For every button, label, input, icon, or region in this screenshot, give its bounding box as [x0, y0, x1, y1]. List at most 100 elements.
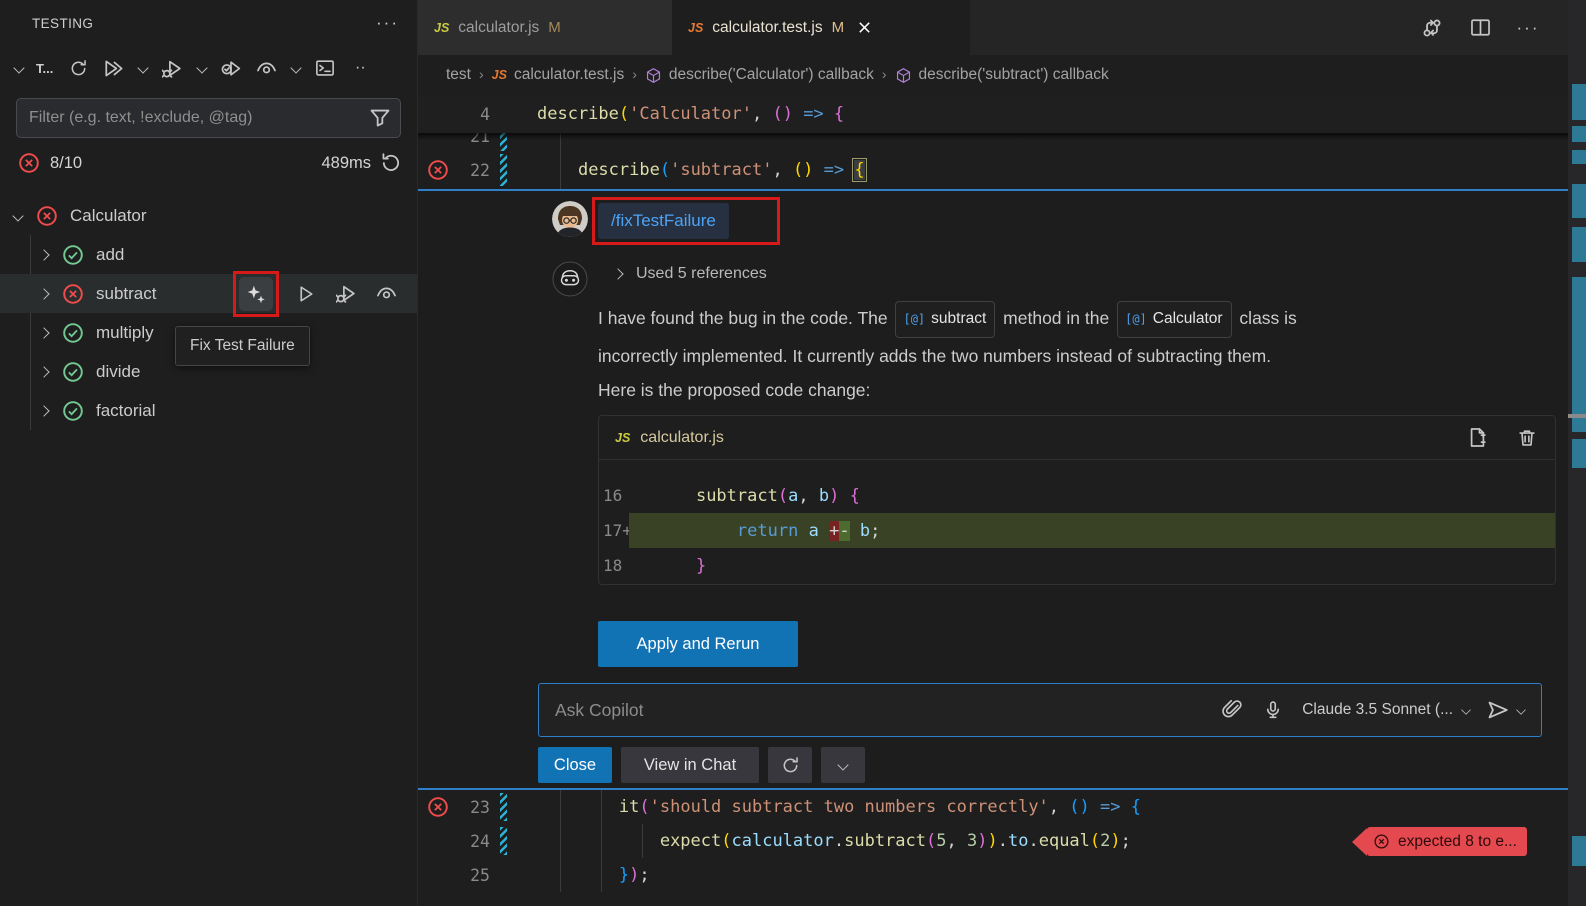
send-button[interactable] [1487, 699, 1525, 721]
apply-in-editor-button[interactable] [1465, 426, 1489, 450]
test-label: factorial [96, 401, 156, 421]
toolbar-more-button[interactable]: ·· [348, 56, 372, 80]
line-number: 16 [599, 486, 629, 505]
code-line-24-row[interactable]: 24 expect(calculator.subtract(5, 3)).to.… [418, 824, 1568, 858]
line-number: 4 [458, 105, 490, 124]
run-test-button[interactable] [293, 281, 319, 307]
open-test-terminal-button[interactable] [313, 56, 337, 80]
modified-gutter-indicator [500, 827, 507, 855]
run-coverage-icon [221, 58, 242, 79]
tab-calculator-test-js[interactable]: JS calculator.test.js M [672, 0, 970, 55]
sidebar-more-button[interactable]: ··· [376, 13, 399, 33]
more-actions-dropdown[interactable] [821, 747, 865, 783]
overview-ruler[interactable] [1568, 0, 1586, 906]
test-item-factorial[interactable]: factorial [0, 391, 417, 430]
code-line-22: describe('subtract', () => { [512, 160, 865, 180]
symbol-method-icon: [@] [1125, 302, 1147, 336]
breadcrumb-file[interactable]: JS calculator.test.js [492, 66, 625, 84]
apply-and-rerun-button[interactable]: Apply and Rerun [598, 621, 798, 667]
ask-copilot-input[interactable] [539, 700, 1220, 721]
model-picker[interactable]: Claude 3.5 Sonnet (... [1302, 701, 1470, 719]
annotation-box-fix-test-failure [233, 271, 279, 317]
discard-codeblock-button[interactable] [1515, 426, 1539, 450]
used-references-toggle[interactable]: Used 5 references [614, 265, 767, 283]
error-pill-arrow [1352, 828, 1367, 856]
split-editor-button[interactable] [1468, 16, 1492, 40]
trash-icon [1517, 428, 1537, 448]
test-label: Calculator [70, 206, 147, 226]
view-in-chat-button[interactable]: View in Chat [621, 747, 759, 783]
test-run-duration: 489ms [321, 154, 371, 173]
fix-test-failure-button[interactable] [239, 277, 273, 311]
section-collapse-button[interactable] [12, 56, 25, 80]
attach-context-button[interactable] [1220, 698, 1244, 722]
code-line-23-row[interactable]: 23 it('should subtract two numbers corre… [418, 790, 1568, 824]
sticky-scroll-line[interactable]: 4 describe('Calculator', () => { [418, 95, 1568, 133]
code-line-24: expect(calculator.subtract(5, 3)).to.equ… [512, 831, 1131, 851]
chevron-down-icon [290, 62, 301, 73]
code-line-23: it('should subtract two numbers correctl… [512, 797, 1141, 817]
modified-gutter-indicator [500, 154, 507, 186]
filter-button[interactable] [369, 107, 391, 129]
error-icon [18, 152, 40, 174]
line-number: 18 [599, 556, 629, 575]
watch-dropdown[interactable] [289, 56, 302, 80]
editor-more-button[interactable]: ··· [1516, 16, 1540, 40]
debug-all-tests-button[interactable] [160, 56, 184, 80]
code-line-22-row[interactable]: 22 describe('subtract', () => { [418, 151, 1568, 189]
rerun-request-button[interactable] [768, 747, 812, 783]
run-all-dropdown[interactable] [136, 56, 149, 80]
chevron-right-icon: › [632, 66, 637, 82]
test-error-message[interactable]: expected 8 to e... [1352, 827, 1527, 856]
chevron-right-icon [38, 249, 49, 260]
refresh-tests-button[interactable] [66, 56, 90, 80]
rerun-last-button[interactable] [379, 151, 403, 175]
section-label: T... [36, 61, 53, 76]
tab-calculator-js[interactable]: JS calculator.js M [418, 0, 672, 55]
close-button[interactable]: Close [538, 747, 612, 783]
line-number: 17+ [599, 521, 629, 540]
run-with-coverage-button[interactable] [219, 56, 243, 80]
code-line-25: }); [512, 865, 650, 885]
indent-guide [642, 824, 643, 858]
js-file-icon: JS [434, 21, 449, 35]
test-item-subtract[interactable]: subtract [0, 274, 417, 313]
breadcrumb-folder[interactable]: test [446, 66, 471, 84]
test-failure-gutter-icon[interactable] [427, 159, 449, 181]
copilot-icon [552, 261, 588, 297]
symbol-chip-subtract[interactable]: [@]subtract [895, 301, 995, 338]
test-filter-input[interactable] [16, 98, 401, 138]
js-file-icon: JS [615, 431, 630, 445]
run-all-tests-button[interactable] [101, 56, 125, 80]
voice-input-button[interactable] [1261, 698, 1285, 722]
code-line-25-row[interactable]: 25 }); [418, 858, 1568, 892]
test-label: divide [96, 362, 140, 382]
test-row-actions [233, 274, 399, 313]
test-item-calculator[interactable]: Calculator [0, 196, 417, 235]
reveal-test-button[interactable] [373, 281, 399, 307]
debug-all-dropdown[interactable] [195, 56, 208, 80]
copilot-message: I have found the bug in the code. The [@… [598, 301, 1550, 407]
test-item-add[interactable]: add [0, 235, 417, 274]
ellipsis-icon: ·· [355, 59, 366, 77]
symbol-chip-calculator[interactable]: [@]Calculator [1117, 301, 1231, 338]
breadcrumb-symbol-calculator[interactable]: describe('Calculator') callback [645, 66, 874, 84]
breadcrumb-symbol-subtract[interactable]: describe('subtract') callback [895, 66, 1109, 84]
vscode-window: TESTING ··· T... [0, 0, 1586, 906]
tests-passed-ratio: 8/10 [50, 154, 82, 173]
testing-sidebar: TESTING ··· T... [0, 0, 418, 906]
codeblock-filename[interactable]: calculator.js [640, 429, 724, 447]
test-run-status: 8/10 489ms [0, 142, 417, 184]
codeblock-header: JS calculator.js [599, 416, 1555, 460]
editor-actions: ··· [1420, 0, 1568, 55]
watch-tests-button[interactable] [254, 56, 278, 80]
debug-test-button[interactable] [333, 281, 359, 307]
open-changes-button[interactable] [1420, 16, 1444, 40]
chevron-down-icon [1461, 705, 1471, 715]
close-tab-button[interactable] [857, 20, 872, 35]
chevron-down-icon [1516, 705, 1526, 715]
inline-chat-actions: Close View in Chat [538, 747, 865, 783]
line-number: 22 [458, 161, 490, 180]
test-failure-gutter-icon[interactable] [427, 796, 449, 818]
watch-eye-icon [256, 58, 277, 79]
